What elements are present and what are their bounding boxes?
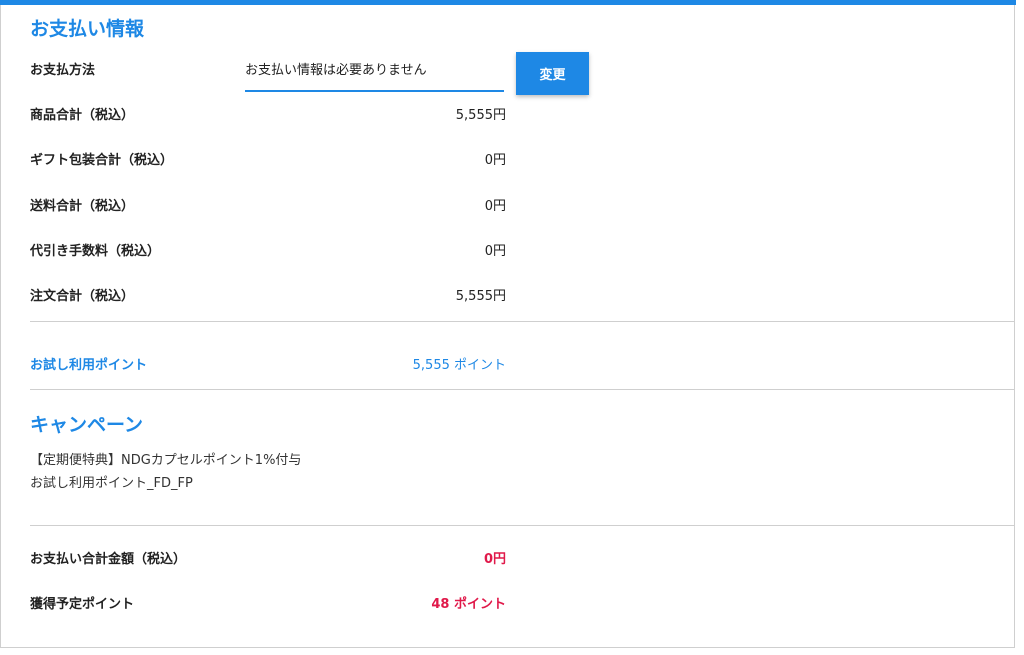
payment-section-title: お支払い情報 [30,18,145,40]
row-value: 0円 [484,153,506,168]
payment-method-select[interactable]: お支払い情報は必要ありません [245,56,504,92]
subtotal-row: 商品合計（税込） 5,555円 [30,105,506,127]
shipping-row: 送料合計（税込） 0円 [30,196,506,218]
payment-total-row: お支払い合計金額（税込） 0円 [30,549,506,571]
row-label: 商品合計（税込） [30,108,135,123]
divider [30,389,1015,390]
row-label: ギフト包装合計（税込） [30,153,174,168]
accent-top-bar [0,0,1016,5]
row-value: 0円 [484,199,506,214]
divider [30,321,1015,322]
trial-points-label: お試し利用ポイント [30,358,148,373]
campaign-item: 【定期便特典】NDGカプセルポイント1%付与 [30,453,302,468]
divider [30,525,1015,526]
payment-method-label: お支払方法 [30,63,96,78]
payment-total-value: 0円 [483,552,506,567]
row-value: 0円 [484,244,506,259]
row-label: 注文合計（税込） [30,289,135,304]
change-button[interactable]: 変更 [516,52,589,95]
earned-points-label: 獲得予定ポイント [30,597,135,612]
row-label: 代引き手数料（税込） [30,244,161,259]
cod-fee-row: 代引き手数料（税込） 0円 [30,241,506,263]
order-total-row: 注文合計（税込） 5,555円 [30,286,506,308]
payment-total-label: お支払い合計金額（税込） [30,552,187,567]
campaign-item: お試し利用ポイント_FD_FP [30,476,193,491]
row-label: 送料合計（税込） [30,199,135,214]
earned-points-value: 48 ポイント [431,597,506,612]
campaign-section-title: キャンペーン [30,414,144,436]
earned-points-row: 獲得予定ポイント 48 ポイント [30,594,506,616]
trial-points-row: お試し利用ポイント 5,555 ポイント [30,355,506,377]
row-value: 5,555円 [455,289,506,304]
row-value: 5,555円 [455,108,506,123]
trial-points-value: 5,555 ポイント [412,358,506,373]
gift-wrap-row: ギフト包装合計（税込） 0円 [30,150,506,172]
